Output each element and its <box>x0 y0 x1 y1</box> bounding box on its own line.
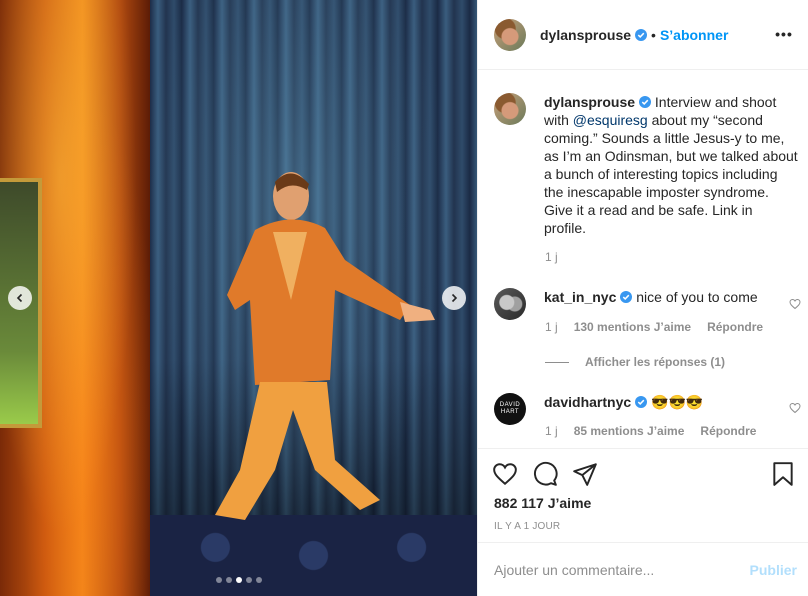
view-replies-button[interactable]: Afficher les réponses (1) <box>545 355 725 369</box>
verified-badge-icon <box>635 28 648 41</box>
commenter-username[interactable]: kat_in_nyc <box>544 289 616 305</box>
caption-text-after: about my “second coming.” Sounds a littl… <box>544 112 798 236</box>
caption-author-avatar[interactable] <box>494 93 526 125</box>
post-timestamp[interactable]: IL Y A 1 JOUR <box>494 521 560 532</box>
reply-button[interactable]: Répondre <box>707 320 763 334</box>
posing-man-figure <box>215 172 435 520</box>
post-header: dylansprouse • S’abonner ••• <box>478 0 808 70</box>
share-paper-plane-icon[interactable] <box>572 461 598 487</box>
caption-username[interactable]: dylansprouse <box>544 94 635 110</box>
post-media-carousel[interactable] <box>0 0 477 596</box>
comment-text: davidhartnyc 😎😎😎 <box>544 393 798 425</box>
like-count[interactable]: 882 117 J’aime <box>494 495 591 511</box>
carousel-prev-button[interactable] <box>8 286 32 310</box>
verified-badge-icon <box>620 291 633 303</box>
carousel-indicator <box>0 577 477 583</box>
bookmark-save-icon[interactable] <box>770 461 796 487</box>
caption-meta: 1 j <box>545 250 558 264</box>
carousel-dot <box>255 577 262 583</box>
carousel-next-button[interactable] <box>442 286 466 310</box>
verified-badge-icon <box>635 396 648 408</box>
comment-meta: 1 j 130 mentions J’aime Répondre <box>545 320 763 334</box>
comment-meta: 1 j 85 mentions J’aime Répondre <box>545 424 756 438</box>
comment-body: 😎😎😎 <box>651 394 704 410</box>
carousel-dot <box>245 577 252 583</box>
like-heart-icon[interactable] <box>492 461 518 487</box>
like-comment-heart-icon[interactable] <box>789 298 801 310</box>
header-separator: • <box>651 26 656 43</box>
comment-bubble-icon[interactable] <box>532 461 558 487</box>
commenter-avatar[interactable]: DAVID HART <box>494 393 526 425</box>
post-actions: 882 117 J’aime IL Y A 1 JOUR <box>478 448 808 542</box>
publish-button[interactable]: Publier <box>750 562 797 578</box>
carousel-dot-active <box>235 577 242 583</box>
caption-text: dylansprouse Interview and shoot with @e… <box>544 93 798 237</box>
commenter-avatar[interactable] <box>494 288 526 320</box>
more-options-icon[interactable]: ••• <box>773 24 795 44</box>
chevron-left-icon <box>16 293 23 303</box>
author-avatar[interactable] <box>494 18 526 51</box>
comment-text: kat_in_nyc nice of you to come <box>544 288 798 320</box>
follow-button[interactable]: S’abonner <box>660 27 728 43</box>
like-comment-heart-icon[interactable] <box>789 402 801 414</box>
caption: dylansprouse Interview and shoot with @e… <box>494 93 798 237</box>
comments-section[interactable]: dylansprouse Interview and shoot with @e… <box>478 71 808 448</box>
verified-badge-icon <box>639 96 652 108</box>
comment-like-count[interactable]: 85 mentions J’aime <box>574 424 685 438</box>
comment-like-count[interactable]: 130 mentions J’aime <box>574 320 691 334</box>
comment-timestamp[interactable]: 1 j <box>545 424 558 438</box>
carousel-dot <box>215 577 222 583</box>
reply-button[interactable]: Répondre <box>700 424 756 438</box>
instagram-post: dylansprouse • S’abonner ••• dylansprous… <box>0 0 808 596</box>
commenter-username[interactable]: davidhartnyc <box>544 394 631 410</box>
replies-divider-line <box>545 361 569 363</box>
author-username[interactable]: dylansprouse <box>540 27 631 43</box>
view-replies-label: Afficher les réponses (1) <box>585 355 726 369</box>
carousel-dot <box>225 577 232 583</box>
comment-timestamp[interactable]: 1 j <box>545 320 558 334</box>
add-comment-bar: Publier <box>478 542 808 596</box>
caption-timestamp[interactable]: 1 j <box>545 250 558 264</box>
comment-item: kat_in_nyc nice of you to come <box>494 288 798 320</box>
comment-input[interactable] <box>494 561 750 578</box>
post-side-panel: dylansprouse • S’abonner ••• dylansprous… <box>477 0 808 596</box>
comment-item: DAVID HART davidhartnyc 😎😎😎 <box>494 393 798 425</box>
chevron-right-icon <box>451 293 458 303</box>
caption-mention-link[interactable]: @esquiresg <box>573 112 648 128</box>
comment-body: nice of you to come <box>636 289 758 305</box>
